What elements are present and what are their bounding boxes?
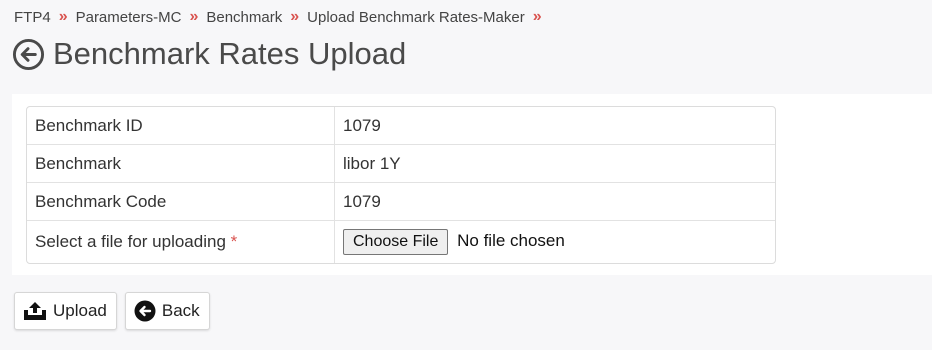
breadcrumb-item-ftp4[interactable]: FTP4 (14, 9, 51, 26)
benchmark-label: Benchmark (27, 145, 335, 183)
file-status-text: No file chosen (457, 231, 565, 250)
table-row: Select a file for uploading * Choose Fil… (27, 221, 775, 263)
upload-button[interactable]: Upload (14, 292, 117, 330)
arrow-left-circle-icon (134, 300, 156, 322)
file-upload-label-cell: Select a file for uploading * (27, 221, 335, 263)
table-row: Benchmark ID 1079 (27, 107, 775, 145)
table-row: Benchmark libor 1Y (27, 145, 775, 183)
benchmark-id-label: Benchmark ID (27, 107, 335, 145)
page-title: Benchmark Rates Upload (53, 36, 407, 71)
benchmark-code-label: Benchmark Code (27, 183, 335, 221)
breadcrumb-separator: » (532, 8, 542, 25)
breadcrumb-item-parameters-mc[interactable]: Parameters-MC (76, 9, 182, 26)
benchmark-id-value: 1079 (335, 107, 775, 145)
choose-file-button[interactable]: Choose File (343, 229, 449, 255)
page-header: Benchmark Rates Upload (12, 36, 406, 72)
back-button[interactable]: Back (124, 292, 210, 330)
breadcrumb: FTP4 » Parameters-MC » Benchmark » Uploa… (14, 8, 550, 26)
file-input-cell: Choose File No file chosen (335, 221, 775, 263)
file-upload-label: Select a file for uploading (35, 232, 226, 251)
upload-button-label: Upload (53, 301, 107, 320)
breadcrumb-separator: » (58, 8, 68, 25)
upload-tray-icon (24, 302, 46, 320)
back-button-label: Back (161, 301, 200, 320)
breadcrumb-item-upload-benchmark-rates-maker[interactable]: Upload Benchmark Rates-Maker (307, 9, 525, 26)
benchmark-details-table: Benchmark ID 1079 Benchmark libor 1Y Ben… (26, 106, 776, 264)
required-marker: * (230, 232, 238, 251)
breadcrumb-separator: » (290, 8, 300, 25)
breadcrumb-item-benchmark[interactable]: Benchmark (206, 9, 282, 26)
benchmark-value: libor 1Y (335, 145, 775, 183)
benchmark-code-value: 1079 (335, 183, 775, 221)
details-panel: Benchmark ID 1079 Benchmark libor 1Y Ben… (12, 94, 932, 275)
table-row: Benchmark Code 1079 (27, 183, 775, 221)
breadcrumb-separator: » (189, 8, 199, 25)
arrow-left-circle-icon[interactable] (12, 38, 45, 71)
action-buttons: Upload Back (14, 292, 210, 330)
